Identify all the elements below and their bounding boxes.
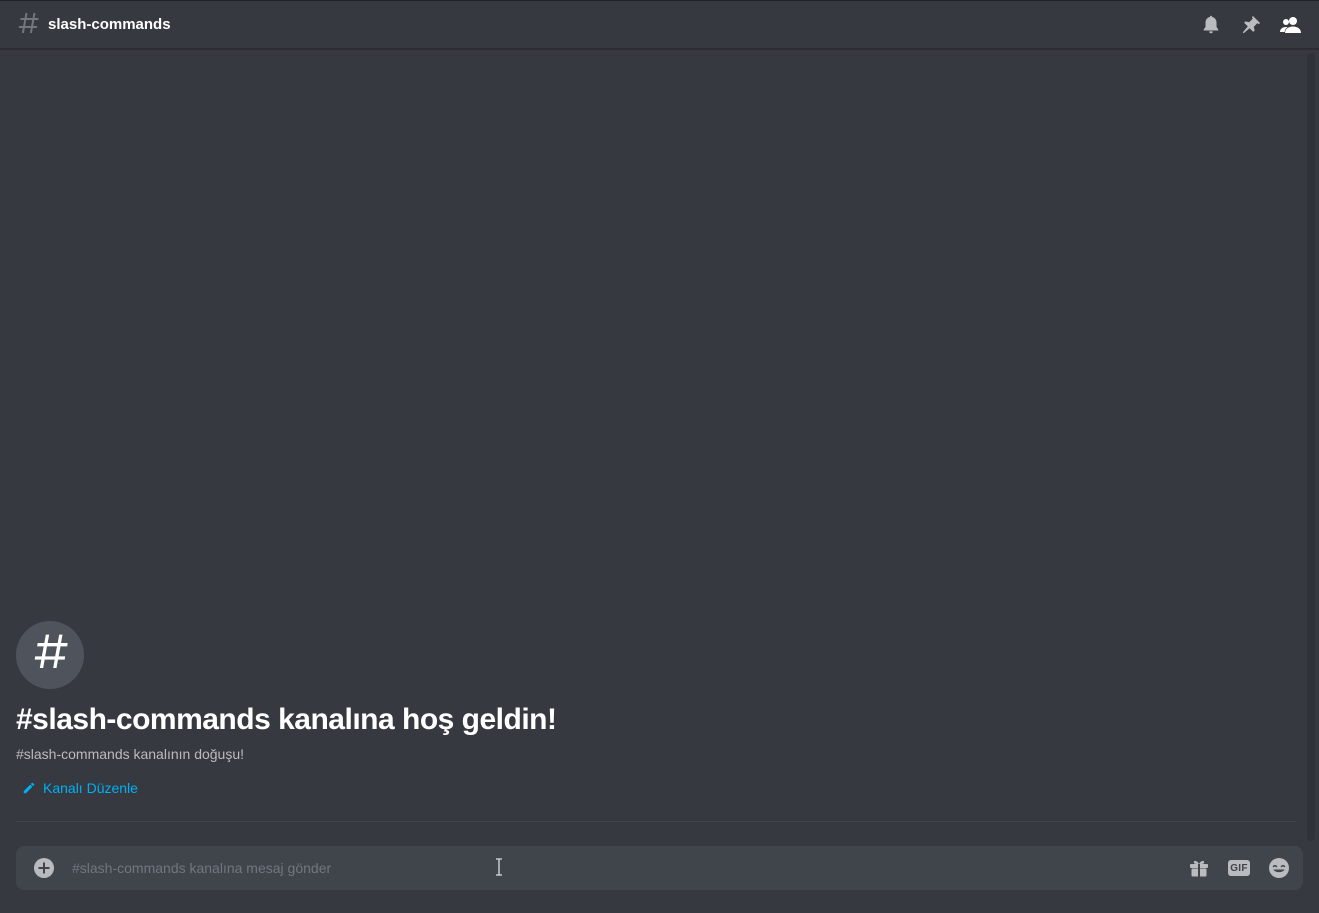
emoji-icon[interactable] bbox=[1267, 856, 1291, 880]
pencil-icon bbox=[22, 781, 36, 795]
edit-channel-link[interactable]: Kanalı Düzenle bbox=[22, 779, 1296, 797]
text-cursor-icon bbox=[494, 857, 504, 877]
gift-icon[interactable] bbox=[1187, 856, 1211, 880]
channel-title: slash-commands bbox=[48, 16, 171, 33]
upload-plus-icon[interactable] bbox=[32, 856, 56, 880]
notification-bell-icon[interactable] bbox=[1199, 13, 1223, 37]
chat-window: slash-commands #slash-commands kanalına … bbox=[0, 0, 1319, 913]
header-toolbar bbox=[1199, 13, 1303, 37]
message-scrollbar[interactable] bbox=[1307, 53, 1315, 841]
composer-toolbar: GIF bbox=[1187, 856, 1291, 880]
channel-hash-icon bbox=[30, 633, 70, 678]
channel-badge bbox=[16, 621, 84, 689]
gif-label: GIF bbox=[1228, 860, 1250, 876]
pinned-messages-icon[interactable] bbox=[1239, 13, 1263, 37]
welcome-subtitle: #slash-commands kanalının doğuşu! bbox=[16, 746, 245, 762]
divider bbox=[16, 821, 1296, 822]
message-input[interactable] bbox=[72, 857, 1162, 879]
message-composer: GIF bbox=[16, 846, 1303, 890]
edit-channel-label: Kanalı Düzenle bbox=[43, 780, 138, 796]
member-list-icon[interactable] bbox=[1279, 13, 1303, 37]
channel-welcome: #slash-commands kanalına hoş geldin! #sl… bbox=[16, 621, 1296, 797]
welcome-title: #slash-commands kanalına hoş geldin! bbox=[16, 703, 557, 736]
channel-hash-icon bbox=[16, 12, 40, 36]
gif-icon[interactable]: GIF bbox=[1227, 856, 1251, 880]
channel-header: slash-commands bbox=[0, 1, 1319, 49]
